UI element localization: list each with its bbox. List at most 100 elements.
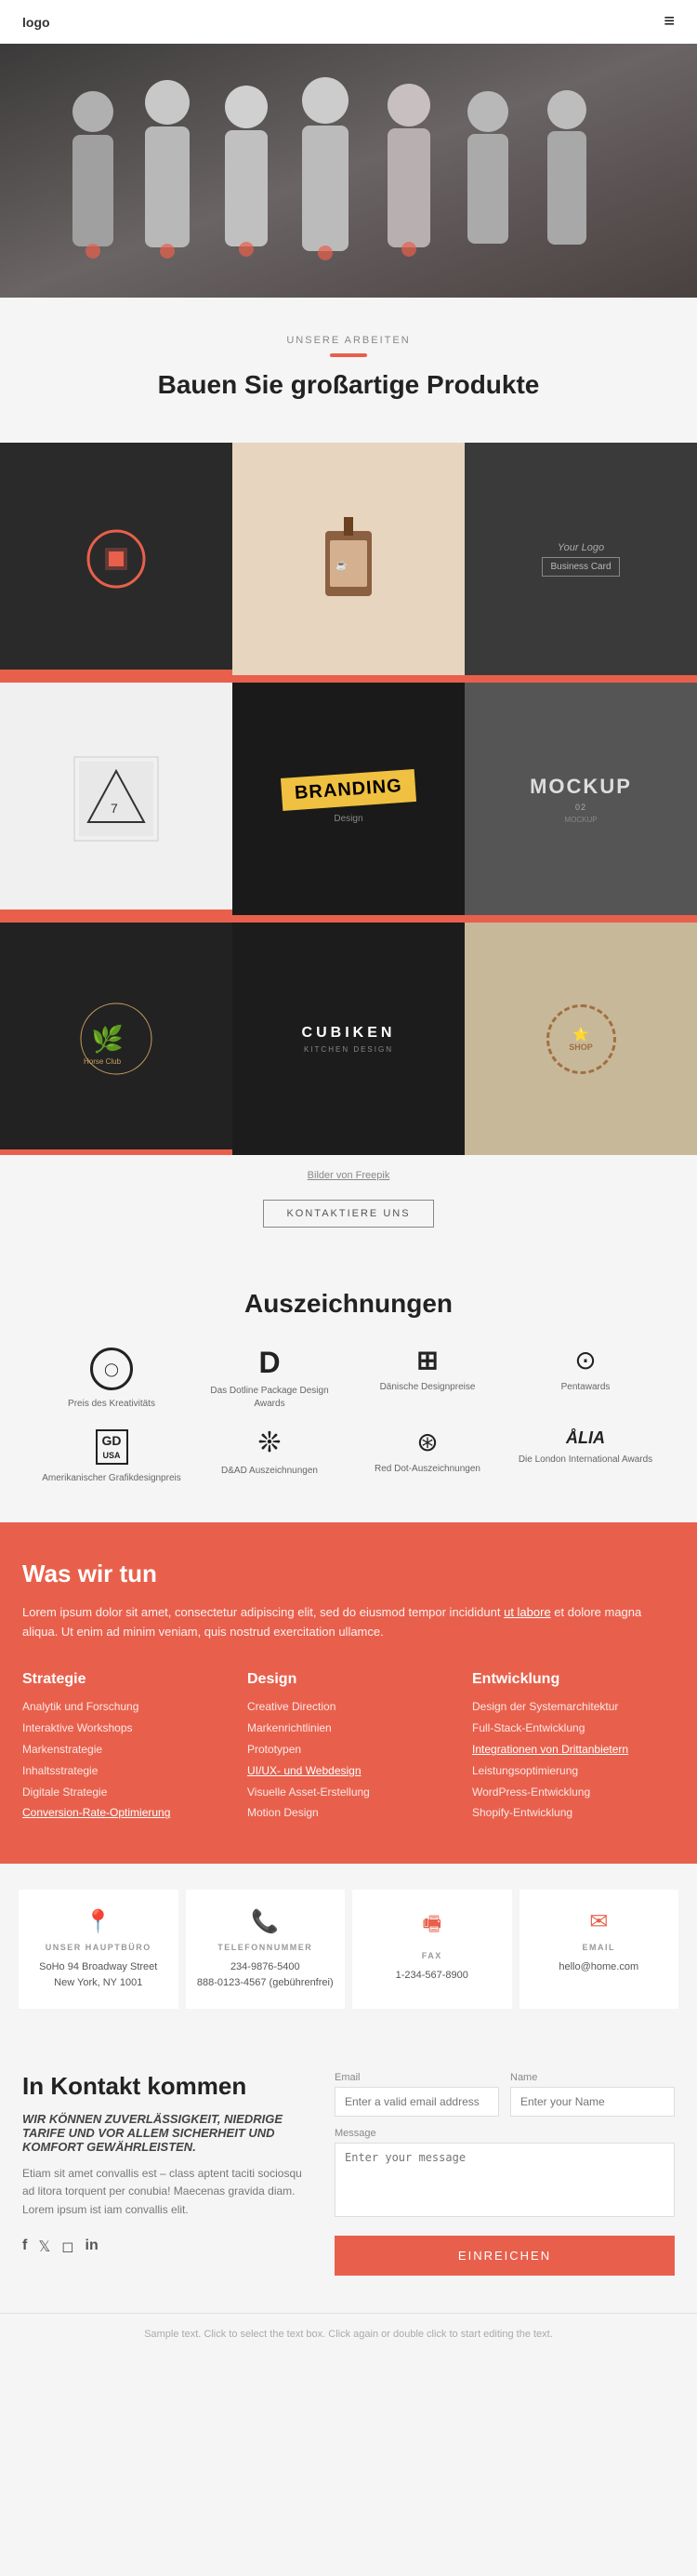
fax-card-title: FAX	[422, 1951, 442, 1960]
svg-text:🌿: 🌿	[91, 1024, 124, 1055]
email-field-group: Email	[335, 2072, 499, 2117]
auszeichnungen-section: Auszeichnungen ◯ Preis des Kreativitäts …	[0, 1250, 697, 1521]
email-icon: ✉	[589, 1908, 608, 1935]
wave-decoration	[22, 353, 675, 357]
arbeiten-section: UNSERE ARBEITEN Bauen Sie großartige Pro…	[0, 298, 697, 443]
linkedin-icon[interactable]: in	[85, 2237, 99, 2256]
kontakt-subtitle: WIR KÖNNEN ZUVERLÄSSIGKEIT, NIEDRIGE TAR…	[22, 2112, 312, 2154]
svg-text:Horse Club: Horse Club	[84, 1057, 122, 1066]
portfolio-item-8[interactable]: CUBIKEN KITCHEN DESIGN	[232, 923, 465, 1155]
name-field-group: Name	[510, 2072, 675, 2117]
freepik-link[interactable]: Bilder von Freepik	[0, 1170, 697, 1181]
award-icon-3: ⊞	[416, 1348, 438, 1374]
portfolio-item-4[interactable]: 7	[0, 683, 232, 915]
was-link[interactable]: ut labore	[504, 1605, 551, 1619]
twitter-icon[interactable]: 𝕏	[38, 2237, 50, 2256]
list-item-link[interactable]: Conversion-Rate-Optimierung	[22, 1805, 225, 1821]
office-card-title: UNSER HAUPTBÜRO	[46, 1943, 151, 1952]
award-icon-5: GDUSA	[96, 1429, 128, 1465]
phone-card-title: TELEFONNUMMER	[217, 1943, 312, 1952]
footer-note: Sample text. Click to select the text bo…	[0, 2313, 697, 2355]
submit-button[interactable]: EINREICHEN	[335, 2236, 675, 2276]
portfolio-item-5[interactable]: BRANDING Design	[232, 683, 465, 915]
instagram-icon[interactable]: ◻	[61, 2237, 73, 2256]
list-item: Leistungsoptimierung	[472, 1763, 675, 1779]
header: logo ≡	[0, 0, 697, 44]
award-icon-8: ÅLIA	[566, 1429, 605, 1446]
list-item: Markenstrategie	[22, 1742, 225, 1758]
name-label: Name	[510, 2072, 675, 2083]
svg-text:☕: ☕	[335, 559, 347, 571]
portfolio-item-2[interactable]: ☕	[232, 443, 465, 675]
award-item-3: ⊞ Dänische Designpreise	[353, 1348, 502, 1411]
social-icons: f 𝕏 ◻ in	[22, 2237, 312, 2256]
was-columns: Strategie Analytik und Forschung Interak…	[22, 1671, 675, 1826]
arbeiten-footer: Bilder von Freepik KONTAKTIERE UNS	[0, 1155, 697, 1250]
email-card-value: hello@home.com	[559, 1959, 638, 1975]
was-body: Lorem ipsum dolor sit amet, consectetur …	[22, 1603, 675, 1642]
kontaktiere-uns-button[interactable]: KONTAKTIERE UNS	[263, 1200, 433, 1228]
list-item-link[interactable]: UI/UX- und Webdesign	[247, 1763, 450, 1779]
list-item: WordPress-Entwicklung	[472, 1785, 675, 1800]
form-row-email-name: Email Name	[335, 2072, 675, 2117]
orange-bar-2	[0, 915, 697, 923]
award-icon-4: ⊙	[574, 1348, 596, 1374]
list-item-link[interactable]: Integrationen von Drittanbietern	[472, 1742, 675, 1758]
award-item-7: ⊛ Red Dot-Auszeichnungen	[353, 1429, 502, 1485]
portfolio-row-3: 🌿 Horse Club CUBIKEN KITCHEN DESIGN ⭐ SH…	[0, 923, 697, 1155]
contact-card-phone: 📞 TELEFONNUMMER 234-9876-5400888-0123-45…	[186, 1890, 346, 2009]
fax-icon: 🖷	[422, 1908, 441, 1944]
was-col-entwicklung-title: Entwicklung	[472, 1671, 675, 1688]
award-item-8: ÅLIA Die London International Awards	[511, 1429, 660, 1485]
email-label: Email	[335, 2072, 499, 2083]
was-col-strategie: Strategie Analytik und Forschung Interak…	[22, 1671, 225, 1826]
contact-card-email: ✉ EMAIL hello@home.com	[519, 1890, 679, 2009]
award-label-4: Pentawards	[561, 1381, 611, 1394]
award-item-2: D Das Dotline Package Design Awards	[195, 1348, 344, 1411]
logo: logo	[22, 15, 50, 30]
kontakt-body: Etiam sit amet convallis est – class apt…	[22, 2165, 312, 2219]
was-title: Was wir tun	[22, 1560, 675, 1588]
kontakt-right: Email Name Message EINREICHEN	[335, 2072, 675, 2276]
portfolio-item-7[interactable]: 🌿 Horse Club	[0, 923, 232, 1155]
location-icon: 📍	[85, 1908, 112, 1935]
phone-card-value: 234-9876-5400888-0123-4567 (gebührenfrei…	[197, 1959, 334, 1990]
was-col-design: Design Creative Direction Markenrichtlin…	[247, 1671, 450, 1826]
award-icon-2: D	[258, 1348, 280, 1377]
hamburger-menu-icon[interactable]: ≡	[664, 11, 675, 33]
award-label-7: Red Dot-Auszeichnungen	[375, 1463, 480, 1476]
message-label: Message	[335, 2128, 675, 2139]
arbeiten-title: Bauen Sie großartige Produkte	[22, 368, 675, 402]
portfolio-item-3[interactable]: Your Logo Business Card	[465, 443, 697, 675]
list-item: Prototypen	[247, 1742, 450, 1758]
portfolio-item-1[interactable]	[0, 443, 232, 675]
message-textarea[interactable]	[335, 2143, 675, 2217]
name-input[interactable]	[510, 2087, 675, 2117]
was-col-entwicklung-list: Design der Systemarchitektur Full-Stack-…	[472, 1699, 675, 1821]
list-item: Digitale Strategie	[22, 1785, 225, 1800]
contact-card-office: 📍 UNSER HAUPTBÜRO SoHo 94 Broadway Stree…	[19, 1890, 178, 2009]
award-label-1: Preis des Kreativitäts	[68, 1398, 155, 1411]
list-item: Creative Direction	[247, 1699, 450, 1715]
kontakt-left: In Kontakt kommen WIR KÖNNEN ZUVERLÄSSIG…	[22, 2072, 312, 2276]
portfolio-row-2: 7 BRANDING Design MOCKUP 02 MOCKUP	[0, 683, 697, 915]
list-item: Shopify-Entwicklung	[472, 1805, 675, 1821]
portfolio-grid: ☕ Your Logo Business Card 7	[0, 443, 697, 1155]
award-label-8: Die London International Awards	[519, 1454, 652, 1467]
kontakt-layout: In Kontakt kommen WIR KÖNNEN ZUVERLÄSSIG…	[22, 2072, 675, 2276]
office-card-value: SoHo 94 Broadway Street New York, NY 100…	[30, 1959, 167, 1990]
contact-card-fax: 🖷 FAX 1-234-567-8900	[352, 1890, 512, 2009]
award-item-4: ⊙ Pentawards	[511, 1348, 660, 1411]
award-icon-7: ⊛	[416, 1429, 438, 1455]
award-label-5: Amerikanischer Grafikdesignpreis	[42, 1472, 181, 1485]
arbeiten-label: UNSERE ARBEITEN	[22, 335, 675, 346]
facebook-icon[interactable]: f	[22, 2237, 27, 2256]
email-input[interactable]	[335, 2087, 499, 2117]
was-col-strategie-list: Analytik und Forschung Interaktive Works…	[22, 1699, 225, 1821]
phone-icon: 📞	[251, 1908, 279, 1935]
was-col-design-title: Design	[247, 1671, 450, 1688]
portfolio-item-9[interactable]: ⭐ SHOP	[465, 923, 697, 1155]
portfolio-item-6[interactable]: MOCKUP 02 MOCKUP	[465, 683, 697, 915]
award-icon-1: ◯	[90, 1348, 133, 1390]
contact-cards-section: 📍 UNSER HAUPTBÜRO SoHo 94 Broadway Stree…	[0, 1864, 697, 2035]
